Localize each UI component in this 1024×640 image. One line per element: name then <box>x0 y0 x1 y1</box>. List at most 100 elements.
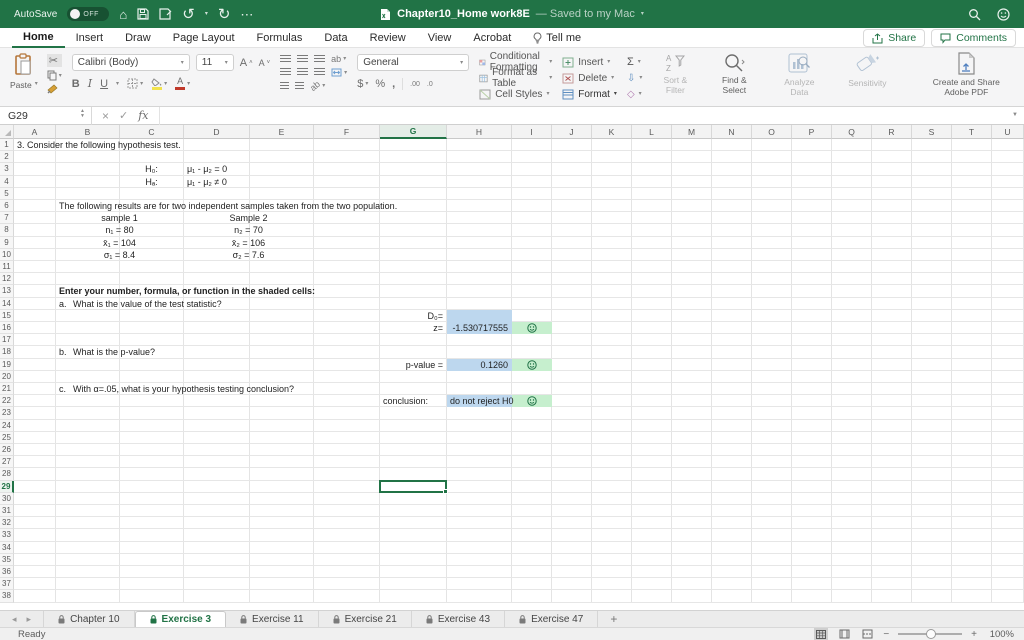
sheet-tab-exercise-43[interactable]: Exercise 43 <box>412 611 506 627</box>
column-header-S[interactable]: S <box>912 125 952 139</box>
home-icon[interactable]: ⌂ <box>119 8 127 21</box>
row-header-8[interactable]: 8 <box>0 224 14 237</box>
column-header-M[interactable]: M <box>672 125 712 139</box>
row-header-4[interactable]: 4 <box>0 175 14 188</box>
row-header-38[interactable]: 38 <box>0 590 14 603</box>
copy-icon[interactable]: ▾ <box>47 70 62 81</box>
cell-D7[interactable]: Sample 2 <box>184 212 314 224</box>
cell-H19[interactable]: 0.1260 <box>447 359 512 371</box>
column-header-T[interactable]: T <box>952 125 992 139</box>
borders-button[interactable]: ▾ <box>127 78 143 89</box>
column-header-N[interactable]: N <box>712 125 752 139</box>
analyze-data-button[interactable]: Analyze Data <box>770 52 828 104</box>
menu-tab-formulas[interactable]: Formulas <box>246 28 314 48</box>
align-right-icon[interactable] <box>314 68 326 77</box>
column-header-J[interactable]: J <box>552 125 592 139</box>
cell-I22[interactable] <box>512 395 552 407</box>
autosave-toggle[interactable]: OFF <box>67 7 110 21</box>
row-header-1[interactable]: 1 <box>0 139 14 152</box>
formula-bar-expand-icon[interactable]: ▼ <box>1012 112 1018 118</box>
sheet-tab-chapter-10[interactable]: Chapter 10 <box>43 611 135 627</box>
clear-button[interactable]: ◇ ▾ <box>627 87 642 101</box>
cell-G15[interactable]: D₀= <box>380 310 447 322</box>
column-header-H[interactable]: H <box>447 125 512 139</box>
row-header-17[interactable]: 17 <box>0 334 14 347</box>
cell-I16[interactable] <box>512 322 552 334</box>
sensitivity-button[interactable]: Sensitivity <box>838 52 896 104</box>
underline-button[interactable]: U <box>100 78 108 90</box>
redo-icon[interactable]: ↻ <box>218 7 231 22</box>
cell-A1[interactable]: 3. Consider the following hypothesis tes… <box>14 139 181 151</box>
row-header-16[interactable]: 16 <box>0 322 14 335</box>
row-header-27[interactable]: 27 <box>0 456 14 469</box>
more-commands-icon[interactable]: ⋯ <box>240 8 253 21</box>
align-left-icon[interactable] <box>280 68 292 77</box>
page-break-view-icon[interactable] <box>860 628 874 640</box>
align-top-icon[interactable] <box>280 54 292 64</box>
row-header-6[interactable]: 6 <box>0 200 14 213</box>
cell-D8[interactable]: n₂ = 70 <box>184 224 314 236</box>
undo-icon[interactable]: ↺ <box>182 7 195 22</box>
row-header-14[interactable]: 14 <box>0 297 14 310</box>
decrease-decimal-button[interactable]: .0 <box>427 81 433 88</box>
cell-D3[interactable]: μ₁ - μ₂ = 0 <box>184 163 250 175</box>
cell-D9[interactable]: x̄₂ = 106 <box>184 237 314 249</box>
row-header-26[interactable]: 26 <box>0 444 14 457</box>
cell-B8[interactable]: n₁ = 80 <box>56 224 184 236</box>
bold-button[interactable]: B <box>72 78 80 90</box>
shrink-font-button[interactable]: A ˅ <box>259 58 271 68</box>
increase-decimal-button[interactable]: .00 <box>410 81 420 88</box>
cell-B6[interactable]: The following results are for two indepe… <box>56 200 397 212</box>
decrease-indent-icon[interactable] <box>280 81 290 91</box>
fill-handle[interactable] <box>443 488 448 494</box>
align-middle-icon[interactable] <box>297 54 309 64</box>
cell-I19[interactable] <box>512 359 552 371</box>
fill-button[interactable]: ⇩ ▾ <box>627 71 642 85</box>
row-header-34[interactable]: 34 <box>0 541 14 554</box>
cell-D4[interactable]: μ₁ - μ₂ ≠ 0 <box>184 176 250 188</box>
column-header-D[interactable]: D <box>184 125 250 139</box>
sheet-tab-exercise-21[interactable]: Exercise 21 <box>319 611 412 627</box>
row-header-35[interactable]: 35 <box>0 553 14 566</box>
row-header-5[interactable]: 5 <box>0 187 14 200</box>
column-header-O[interactable]: O <box>752 125 792 139</box>
column-header-Q[interactable]: Q <box>832 125 872 139</box>
font-color-button[interactable]: A ▾ <box>175 77 190 90</box>
cell-D10[interactable]: σ₂ = 7.6 <box>184 249 314 261</box>
font-size-select[interactable]: 11 ▾ <box>195 54 234 71</box>
page-layout-view-icon[interactable] <box>837 628 851 640</box>
orientation-button[interactable]: ab ▾ <box>308 79 325 93</box>
row-header-32[interactable]: 32 <box>0 517 14 530</box>
zoom-slider[interactable] <box>898 629 963 639</box>
align-center-icon[interactable] <box>297 68 309 77</box>
delete-cells-button[interactable]: Delete ▾ <box>562 71 617 85</box>
insert-function-icon[interactable]: fx <box>138 109 148 122</box>
sheet-tab-exercise-11[interactable]: Exercise 11 <box>226 611 319 627</box>
row-header-11[interactable]: 11 <box>0 261 14 274</box>
cell-H15[interactable] <box>447 310 512 322</box>
saved-status[interactable]: — Saved to my Mac <box>536 8 635 20</box>
row-header-25[interactable]: 25 <box>0 431 14 444</box>
column-header-I[interactable]: I <box>512 125 552 139</box>
row-header-37[interactable]: 37 <box>0 578 14 591</box>
wrap-text-button[interactable]: ab ▾ <box>331 54 346 64</box>
row-header-30[interactable]: 30 <box>0 492 14 505</box>
cell-G22[interactable]: conclusion: <box>380 395 447 407</box>
formula-input[interactable] <box>158 106 1024 125</box>
row-header-20[interactable]: 20 <box>0 370 14 383</box>
cell-styles-button[interactable]: Cell Styles ▾ <box>479 87 552 101</box>
zoom-in-icon[interactable]: + <box>971 629 977 640</box>
row-header-12[interactable]: 12 <box>0 273 14 286</box>
menu-tab-page-layout[interactable]: Page Layout <box>162 28 246 48</box>
grow-font-button[interactable]: A ˄ <box>240 57 253 69</box>
cell-B7[interactable]: sample 1 <box>56 212 184 224</box>
cell-B10[interactable]: σ₁ = 8.4 <box>56 249 184 261</box>
row-header-7[interactable]: 7 <box>0 212 14 225</box>
percent-button[interactable]: % <box>375 78 385 90</box>
zoom-level[interactable]: 100% <box>986 629 1014 640</box>
row-header-21[interactable]: 21 <box>0 383 14 396</box>
sheet-tab-exercise-47[interactable]: Exercise 47 <box>505 611 599 627</box>
format-as-table-button[interactable]: Format as Table ▾ <box>479 67 552 89</box>
row-header-18[interactable]: 18 <box>0 346 14 359</box>
row-header-24[interactable]: 24 <box>0 419 14 432</box>
